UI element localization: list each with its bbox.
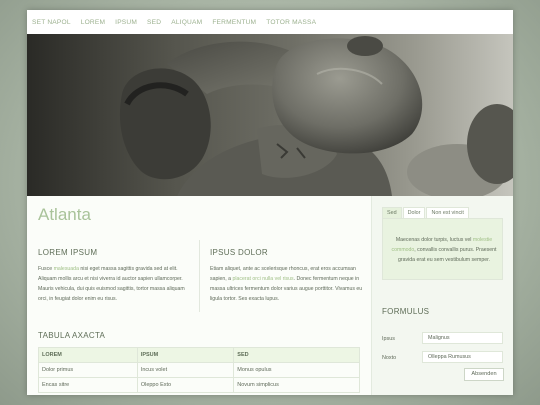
column-divider	[199, 240, 200, 312]
lorem-ipsum-text-a: Fusce	[38, 266, 54, 272]
man-hand	[347, 36, 383, 56]
main-column: Atlanta LOREM IPSUM Fusce malesuada nisi…	[27, 196, 371, 395]
hero-image	[27, 34, 513, 196]
nav-item-fermentum[interactable]: FERMENTUM	[212, 19, 256, 26]
ipsus-dolor-text: Etiam aliquet, ante ac scelerisque rhonc…	[210, 264, 364, 304]
tab-panel-text: Maecenas dolor turpis, luctus vel molest…	[389, 235, 499, 265]
table-header-sed: SED	[233, 347, 360, 363]
nav-item-sed[interactable]: SED	[147, 19, 161, 26]
page-title: Atlanta	[38, 205, 91, 224]
ipsus-dolor-heading: IPSUS DOLOR	[210, 248, 268, 257]
table-cell: Novum simplicus	[233, 377, 360, 393]
sidebar-tabs: Sed Dolor Non est vincit	[382, 207, 470, 218]
form-title: FORMULUS	[382, 307, 430, 316]
tab-dolor[interactable]: Dolor	[402, 207, 426, 218]
table-cell: Monus opulus	[233, 362, 360, 378]
tab-sed[interactable]: Sed	[382, 207, 402, 218]
table-title: TABULA AXACTA	[38, 331, 106, 340]
noxto-label: Noxto	[382, 355, 397, 361]
table-cell: Oleppo Exto	[136, 377, 235, 393]
page-container: SET NAPOL LOREM IPSUM SED ALIQUAM FERMEN…	[27, 10, 513, 395]
table-cell: Dolor primus	[38, 362, 138, 378]
nav-item-lorem[interactable]: LOREM	[81, 19, 105, 26]
malesuada-link[interactable]: malesuada	[54, 266, 79, 272]
table-cell: Incus volet	[136, 362, 235, 378]
table-header-row: LOREM IPSUM SED	[38, 347, 360, 363]
tab-text-a: Maecenas dolor turpis, luctus vel	[395, 237, 473, 243]
noxto-input[interactable]: Olleppa Rumusus	[422, 351, 503, 363]
hero-photo-illustration	[119, 36, 513, 196]
table-row: Dolor primus Incus volet Monus opulus	[38, 362, 360, 378]
sidebar: Sed Dolor Non est vincit Maecenas dolor …	[371, 196, 513, 395]
lorem-ipsum-text: Fusce malesuada nisi eget massa sagittis…	[38, 264, 190, 304]
ipsus-input[interactable]: Malignus	[422, 332, 503, 344]
tab-panel: Maecenas dolor turpis, luctus vel molest…	[382, 218, 503, 280]
table-cell: Encas sitre	[38, 377, 138, 393]
ipsus-label: Ipsus	[382, 336, 395, 342]
lorem-ipsum-heading: LOREM IPSUM	[38, 248, 98, 257]
table-row: Encas sitre Oleppo Exto Novum simplicus	[38, 377, 360, 393]
nav-item-totor-massa[interactable]: TOTOR MASSA	[266, 19, 316, 26]
placerat-link[interactable]: placerat orci nulla vel risus	[233, 276, 294, 282]
boulder	[272, 38, 423, 154]
content-area: Atlanta LOREM IPSUM Fusce malesuada nisi…	[27, 196, 513, 395]
nav-item-ipsum[interactable]: IPSUM	[115, 19, 137, 26]
absenden-button[interactable]: Absenden	[464, 368, 504, 381]
data-table: LOREM IPSUM SED Dolor primus Incus volet…	[38, 347, 360, 393]
nav-item-aliquam[interactable]: ALIQUAM	[171, 19, 202, 26]
top-nav: SET NAPOL LOREM IPSUM SED ALIQUAM FERMEN…	[27, 10, 513, 34]
table-header-ipsum: IPSUM	[136, 347, 235, 363]
nav-item-set-napol[interactable]: SET NAPOL	[32, 19, 71, 26]
tab-non-est-vincit[interactable]: Non est vincit	[426, 207, 469, 218]
table-header-lorem: LOREM	[38, 347, 138, 363]
